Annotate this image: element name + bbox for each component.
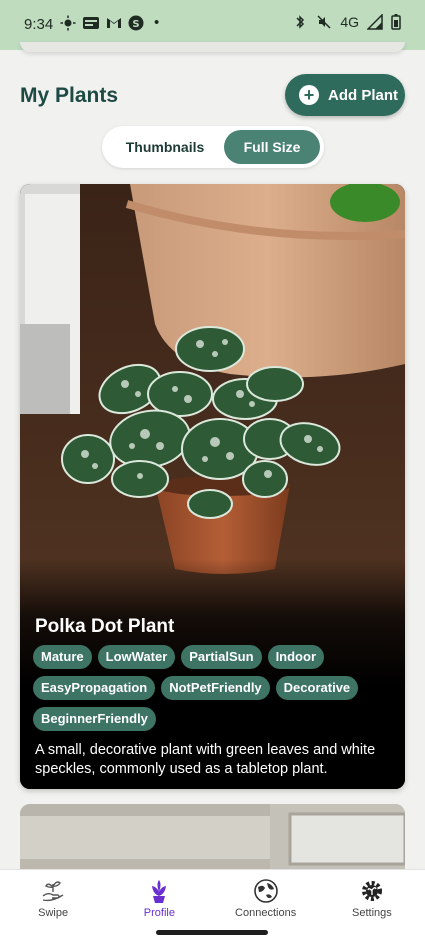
tag-chip: PartialSun bbox=[181, 645, 262, 669]
plant-profile-icon bbox=[152, 880, 167, 903]
status-left-icons: S • bbox=[60, 14, 159, 31]
add-plant-label: Add Plant bbox=[328, 86, 398, 104]
nav-settings[interactable]: Settings bbox=[319, 870, 425, 921]
globe-icon bbox=[253, 879, 278, 903]
nav-swipe-label: Swipe bbox=[38, 907, 69, 919]
home-indicator[interactable] bbox=[156, 930, 268, 935]
gesture-bar bbox=[0, 921, 425, 945]
signal-icon bbox=[367, 14, 383, 30]
nav-swipe[interactable]: Swipe bbox=[0, 870, 106, 921]
brightness-icon bbox=[60, 15, 76, 30]
view-toggle: Thumbnails Full Size bbox=[102, 126, 324, 168]
hand-plant-icon bbox=[42, 881, 64, 902]
nav-profile-label: Profile bbox=[143, 907, 175, 919]
tag-chip: Mature bbox=[33, 645, 92, 669]
toggle-full-size[interactable]: Full Size bbox=[224, 130, 320, 164]
status-time: 9:34 bbox=[24, 16, 54, 33]
tag-chip: NotPetFriendly bbox=[161, 676, 270, 700]
previous-section-edge bbox=[20, 42, 405, 52]
status-dot: • bbox=[154, 14, 160, 31]
tag-chip: Decorative bbox=[275, 676, 359, 700]
bottom-nav: Swipe Profile Connections Settings bbox=[0, 869, 425, 921]
plant-tags: Mature LowWater PartialSun Indoor EasyPr… bbox=[33, 645, 393, 731]
nav-connections-label: Connections bbox=[235, 907, 297, 919]
tag-chip: EasyPropagation bbox=[33, 676, 156, 700]
nav-settings-label: Settings bbox=[352, 907, 392, 919]
plus-icon: + bbox=[299, 85, 319, 105]
plant-description: A small, decorative plant with green lea… bbox=[35, 742, 376, 777]
plant-name: Polka Dot Plant bbox=[35, 616, 175, 637]
shazam-icon: S bbox=[128, 15, 144, 30]
add-plant-button[interactable]: + Add Plant bbox=[285, 74, 405, 116]
mute-icon bbox=[317, 15, 331, 29]
battery-icon bbox=[391, 14, 401, 30]
tag-chip: LowWater bbox=[97, 645, 176, 669]
nav-profile[interactable]: Profile bbox=[106, 870, 212, 921]
gmail-icon bbox=[107, 17, 121, 28]
plant-card[interactable]: Polka Dot Plant Mature LowWater PartialS… bbox=[20, 184, 405, 789]
news-icon bbox=[83, 16, 99, 29]
status-right-icons: 4G bbox=[292, 14, 401, 30]
network-label: 4G bbox=[340, 14, 359, 30]
tag-chip: BeginnerFriendly bbox=[33, 707, 156, 731]
gear-plant-icon bbox=[361, 881, 382, 901]
bluetooth-icon bbox=[296, 15, 305, 29]
nav-connections[interactable]: Connections bbox=[213, 870, 319, 921]
page-title: My Plants bbox=[20, 84, 119, 107]
toggle-thumbnails[interactable]: Thumbnails bbox=[108, 130, 222, 164]
svg-text:S: S bbox=[132, 19, 139, 30]
tag-chip: Indoor bbox=[267, 645, 324, 669]
